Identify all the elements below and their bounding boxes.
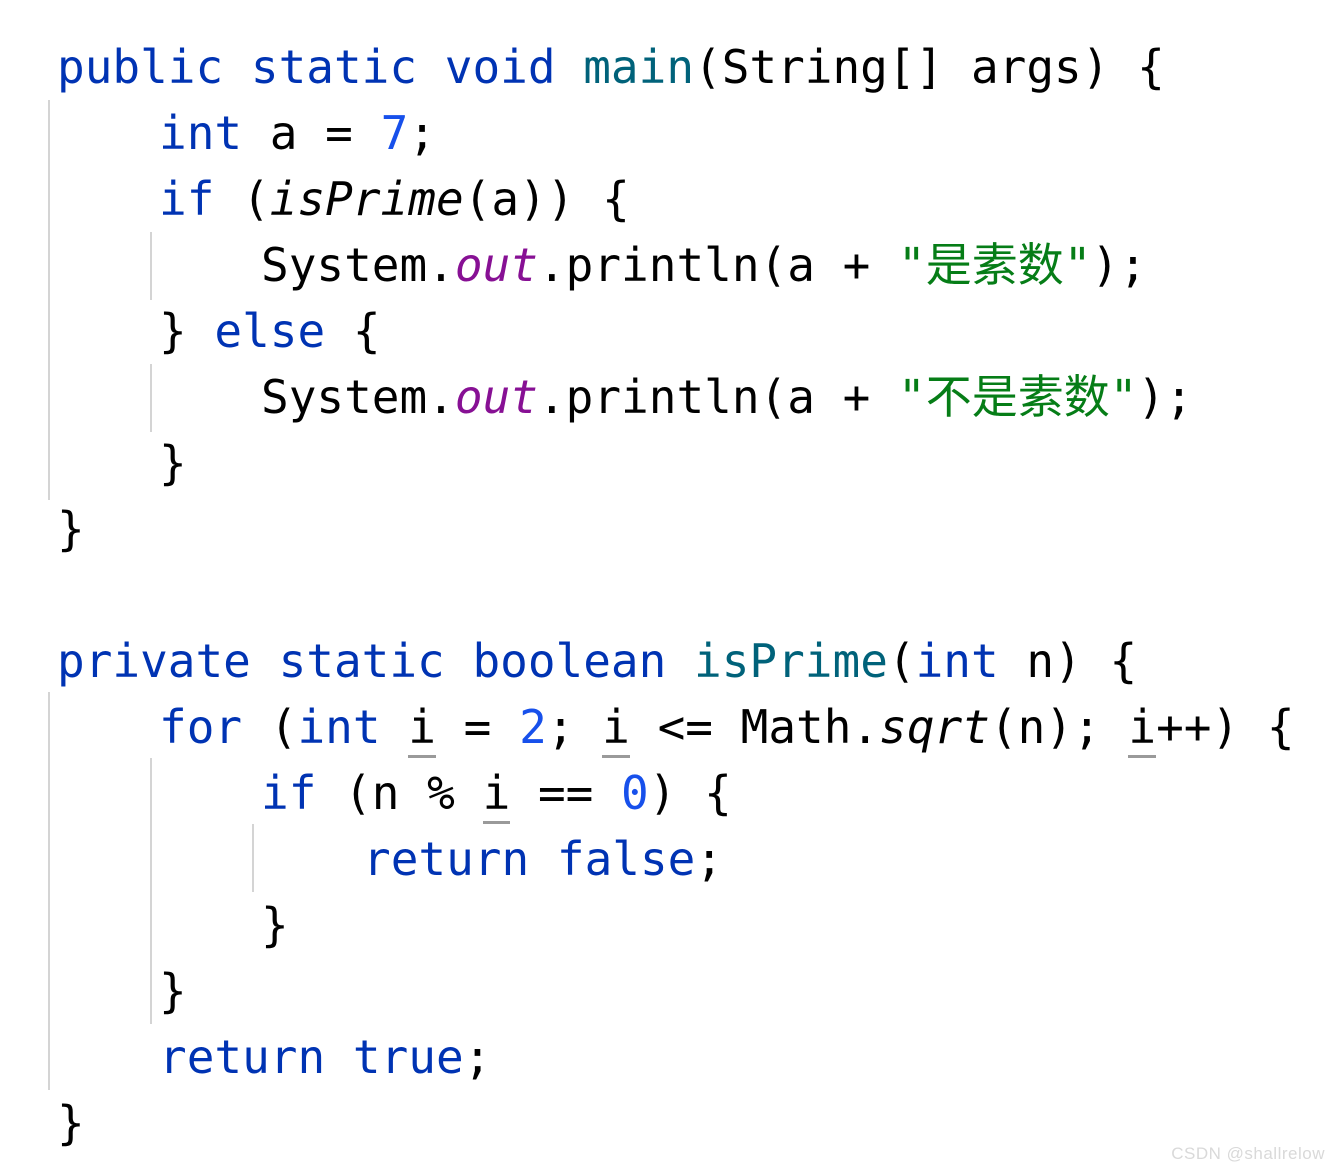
code-token-plain: { [325, 304, 381, 358]
code-token-plain: } [159, 304, 215, 358]
indent-guide-level-2 [150, 232, 152, 300]
code-token-kw: for [159, 700, 243, 754]
code-token-plain: (n); [989, 700, 1129, 754]
code-line[interactable]: } [159, 958, 187, 1024]
code-token-plain: (String[] args) { [694, 40, 1165, 94]
code-token-plain: = [435, 700, 520, 754]
code-token-plain: a = [242, 106, 381, 160]
code-token-plain: <= Math. [629, 700, 880, 754]
code-token-plain: ; [546, 700, 603, 754]
code-line[interactable]: int a = 7; [159, 100, 436, 166]
code-token-kw: return [363, 832, 530, 886]
code-line[interactable]: } [159, 430, 187, 496]
code-token-plain: ; [408, 106, 436, 160]
code-token-kw: true [352, 1030, 464, 1084]
code-token-plain: ); [1091, 238, 1147, 292]
code-token-rvar: i [1128, 700, 1157, 758]
code-token-mdecl: isPrime [694, 634, 888, 688]
code-screenshot: public static void main(String[] args) {… [0, 0, 1339, 1174]
code-token-plain: n) { [998, 634, 1138, 688]
code-token-plain: System. [261, 238, 455, 292]
code-token-kw: else [214, 304, 326, 358]
code-line[interactable]: if (n % i == 0) { [261, 760, 732, 826]
code-token-str: "不是素数" [898, 370, 1138, 424]
code-token-plain: } [57, 502, 85, 556]
code-token-plain: ++) { [1156, 700, 1295, 754]
csdn-watermark: CSDN @shallrelow [1171, 1144, 1325, 1163]
code-token-smeth: isPrime [269, 172, 464, 226]
code-token-num: 7 [380, 106, 409, 160]
code-line[interactable]: private static boolean isPrime(int n) { [57, 628, 1137, 694]
code-line[interactable]: } [57, 496, 85, 562]
code-line[interactable]: } [57, 1090, 85, 1156]
code-token-kw: int [297, 700, 381, 754]
code-token-sfield: out [454, 238, 538, 292]
code-token-sfield: out [454, 370, 538, 424]
code-line[interactable]: for (int i = 2; i <= Math.sqrt(n); i++) … [159, 694, 1295, 760]
code-token-plain: ( [242, 700, 298, 754]
code-token-plain: } [261, 898, 289, 952]
code-token-kw: if [261, 766, 317, 820]
code-token-num: 2 [519, 700, 547, 754]
code-line[interactable]: if (isPrime(a)) { [159, 166, 630, 232]
code-token-plain: System. [261, 370, 455, 424]
code-token-kw: if [159, 172, 215, 226]
code-line[interactable]: public static void main(String[] args) { [57, 34, 1165, 100]
code-token-kw: static [250, 40, 418, 94]
code-token-plain: (a)) { [463, 172, 630, 226]
code-line[interactable]: } else { [159, 298, 381, 364]
code-token-num: 0 [621, 766, 649, 820]
code-token-rvar: i [482, 766, 511, 824]
code-token-plain: ( [887, 634, 916, 688]
code-token-plain: .println(a + [537, 238, 898, 292]
code-token-kw: int [915, 634, 999, 688]
code-token-mdecl: main [583, 40, 695, 94]
code-token-smeth: sqrt [879, 700, 990, 754]
code-token-kw: static [278, 634, 445, 688]
code-token-kw: boolean [472, 634, 667, 688]
code-token-plain: (n % [316, 766, 483, 820]
code-token-plain: } [159, 436, 187, 490]
code-token-kw: public [57, 40, 224, 94]
code-token-plain: } [57, 1096, 85, 1150]
code-token-kw: false [556, 832, 696, 886]
code-line[interactable]: return false; [363, 826, 723, 892]
code-token-plain: ( [214, 172, 270, 226]
code-line[interactable]: } [261, 892, 289, 958]
indent-guide-level-2 [150, 758, 152, 1024]
code-token-kw: return [159, 1030, 326, 1084]
indent-guide-level-2 [150, 364, 152, 432]
code-line[interactable]: System.out.println(a + "不是素数"); [261, 364, 1193, 430]
indent-guide-level-3 [252, 824, 254, 892]
code-token-rvar: i [602, 700, 630, 758]
code-token-plain: ) { [648, 766, 732, 820]
code-token-plain: ); [1137, 370, 1193, 424]
code-token-plain: == [510, 766, 622, 820]
code-token-kw: int [159, 106, 243, 160]
code-token-plain: ; [463, 1030, 492, 1084]
code-token-kw: private [57, 634, 251, 688]
code-token-plain: } [159, 964, 187, 1018]
indent-guide-level-1 [48, 100, 50, 500]
code-token-plain: .println(a + [537, 370, 898, 424]
code-line[interactable]: System.out.println(a + "是素数"); [261, 232, 1147, 298]
code-editor-content[interactable]: public static void main(String[] args) {… [0, 0, 1339, 1174]
code-line[interactable]: return true; [159, 1024, 491, 1090]
code-token-str: "是素数" [898, 238, 1092, 292]
indent-guide-level-1 [48, 692, 50, 1090]
code-token-rvar: i [408, 700, 436, 758]
code-token-kw: void [444, 40, 556, 94]
code-token-plain: ; [695, 832, 724, 886]
